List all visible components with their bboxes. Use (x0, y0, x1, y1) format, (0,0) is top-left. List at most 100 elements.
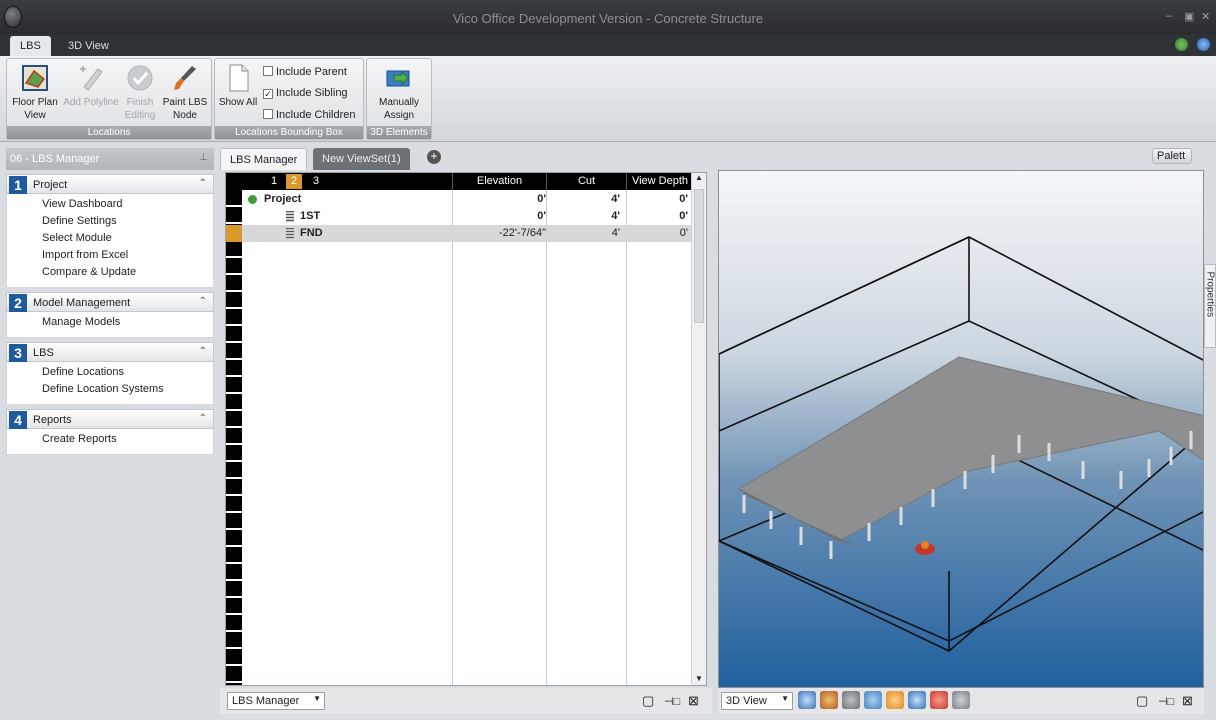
floor-plan-view-label: Floor Plan View (12, 97, 58, 121)
add-polyline-button[interactable]: Add Polyline (61, 63, 121, 109)
section-lbs: 3 LBS ⌃ Define Locations Define Location… (6, 342, 214, 405)
close-button[interactable]: ✕ (1201, 10, 1210, 23)
title-bar: Vico Office Development Version - Concre… (0, 0, 1216, 34)
group-3d-elements: Manually Assign 3D Elements (366, 58, 432, 140)
maximize-pane-icon[interactable]: ▢ (642, 693, 654, 709)
table-row[interactable]: Project 0' 4' 0' (242, 191, 693, 208)
grid-view-value: LBS Manager (232, 695, 300, 707)
section-lbs-header[interactable]: 3 LBS ⌃ (6, 342, 214, 362)
col-cut[interactable]: Cut (546, 173, 626, 190)
hand-icon[interactable] (886, 691, 904, 709)
3d-viewport[interactable] (718, 170, 1204, 688)
section-title: Project (33, 179, 68, 191)
maximize-pane-icon[interactable]: ▢ (1136, 693, 1148, 709)
chevron-up-icon[interactable]: ⌃ (199, 296, 207, 307)
grid-view-select[interactable]: LBS Manager ▼ (227, 692, 325, 710)
palette-tab[interactable]: Palett (1152, 148, 1192, 164)
include-parent-checkbox[interactable]: Include Parent (263, 66, 347, 78)
section-model-management: 2 Model Management ⌃ Manage Models (6, 292, 214, 338)
pan-view-icon[interactable] (864, 691, 882, 709)
pin-pane-icon[interactable]: ⊣□ (1158, 695, 1174, 708)
col-view-depth[interactable]: View Depth (626, 173, 693, 190)
floor-plan-view-button[interactable]: Floor Plan View (10, 63, 60, 122)
chevron-up-icon[interactable]: ⌃ (199, 178, 207, 189)
chevron-up-icon[interactable]: ⌃ (199, 346, 207, 357)
section-reports-header[interactable]: 4 Reports ⌃ (6, 409, 214, 429)
group-locations-bounding-box: Show All Include Parent ✓ Include Sibling… (214, 58, 364, 140)
table-row-selected[interactable]: FND -22'-7/64" 4' 0' (226, 225, 693, 242)
link-manage-models[interactable]: Manage Models (7, 314, 213, 331)
grid-scrollbar[interactable]: ▲ ▼ (691, 173, 706, 685)
level-1-button[interactable]: 1 (266, 174, 282, 189)
view-mode-select[interactable]: 3D View ▼ (721, 692, 793, 710)
link-define-location-systems[interactable]: Define Location Systems (7, 381, 213, 398)
table-row[interactable]: 1ST 0' 4' 0' (242, 208, 693, 225)
show-all-button[interactable]: Show All (215, 63, 261, 109)
section-model-management-header[interactable]: 2 Model Management ⌃ (6, 292, 214, 312)
group-bounding-box-label: Locations Bounding Box (215, 126, 363, 139)
section-title: LBS (33, 347, 54, 359)
scroll-up-icon[interactable]: ▲ (692, 173, 706, 182)
section-number: 3 (9, 344, 27, 362)
measure-icon[interactable] (952, 691, 970, 709)
scroll-thumb[interactable] (694, 189, 704, 323)
include-children-checkbox[interactable]: Include Children (263, 109, 356, 121)
include-sibling-label: Include Sibling (276, 87, 348, 99)
level-3-button[interactable]: 3 (308, 174, 324, 189)
level-2-button[interactable]: 2 (286, 174, 302, 189)
link-import-from-excel[interactable]: Import from Excel (7, 247, 213, 264)
link-compare-update[interactable]: Compare & Update (7, 264, 213, 281)
help-icon[interactable] (1197, 38, 1210, 51)
pin-pane-icon[interactable]: ⊣□ (664, 695, 680, 708)
link-define-settings[interactable]: Define Settings (7, 213, 213, 230)
scroll-down-icon[interactable]: ▼ (692, 674, 706, 683)
section-number: 2 (9, 294, 27, 312)
add-tab-icon[interactable]: + (427, 150, 441, 164)
include-sibling-checkbox[interactable]: ✓ Include Sibling (263, 87, 348, 99)
close-pane-icon[interactable]: ⊠ (1182, 693, 1193, 709)
link-view-dashboard[interactable]: View Dashboard (7, 196, 213, 213)
pin-icon[interactable]: ⊥ (199, 152, 208, 163)
tab-3d-view[interactable]: 3D View (58, 36, 119, 56)
row-selected-marker (226, 225, 242, 242)
section-title: Model Management (33, 297, 131, 309)
section-project-header[interactable]: 1 Project ⌃ (6, 174, 214, 194)
ribbon-tabs: LBS 3D View (0, 34, 1216, 56)
magnet-icon[interactable] (930, 691, 948, 709)
center-area: LBS Manager New ViewSet(1) + 1 2 3 Eleva… (220, 146, 712, 718)
add-polyline-label: Add Polyline (63, 97, 119, 108)
row-depth: 0' (679, 227, 688, 239)
link-create-reports[interactable]: Create Reports (7, 431, 213, 448)
tab-lbs-manager[interactable]: LBS Manager (220, 148, 308, 170)
maximize-button[interactable]: ▣ (1184, 10, 1194, 23)
window-title: Vico Office Development Version - Concre… (452, 11, 764, 26)
paint-lbs-node-button[interactable]: Paint LBS Node (160, 63, 210, 122)
zoom-icon[interactable] (798, 691, 816, 709)
section-project-body: View Dashboard Define Settings Select Mo… (6, 194, 214, 288)
tab-new-viewset[interactable]: New ViewSet(1) (313, 148, 410, 170)
properties-label: Properties (1204, 271, 1216, 318)
chevron-up-icon[interactable]: ⌃ (199, 413, 207, 424)
collapse-icon[interactable] (248, 195, 257, 204)
col-elevation[interactable]: Elevation (452, 173, 546, 190)
finish-editing-button[interactable]: Finish Editing (120, 63, 160, 122)
grid-header-tree (226, 173, 452, 190)
finish-editing-label: Finish Editing (124, 97, 156, 121)
properties-tab[interactable]: Properties (1204, 264, 1216, 348)
link-define-locations[interactable]: Define Locations (7, 364, 213, 381)
rotate-icon[interactable] (842, 691, 860, 709)
zoom-in-icon[interactable] (908, 691, 926, 709)
manually-assign-button[interactable]: Manually Assign (374, 63, 424, 122)
group-locations-label: Locations (7, 126, 211, 139)
options-icon[interactable] (1174, 38, 1188, 51)
paint-lbs-node-label: Paint LBS Node (162, 97, 208, 121)
3d-toolbar: 3D View ▼ ▢ ⊣□ ⊠ (718, 688, 1204, 714)
tab-lbs[interactable]: LBS (10, 36, 51, 56)
lbs-manager-panel: 06 - LBS Manager ⊥ 1 Project ⌃ View Dash… (6, 148, 214, 718)
minimize-button[interactable]: – (1166, 10, 1172, 22)
document-tabs: LBS Manager New ViewSet(1) + (220, 146, 1216, 170)
close-pane-icon[interactable]: ⊠ (688, 693, 699, 709)
link-select-module[interactable]: Select Module (7, 230, 213, 247)
orbit-icon[interactable] (820, 691, 838, 709)
section-lbs-body: Define Locations Define Location Systems (6, 362, 214, 405)
